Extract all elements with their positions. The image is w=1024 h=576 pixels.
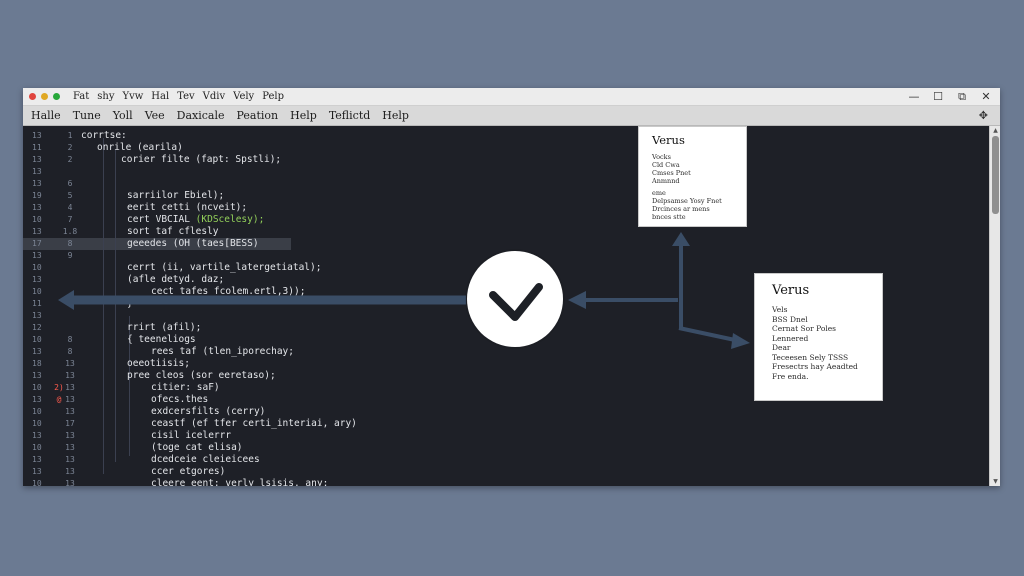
card-line: eme [652,189,666,197]
check-arrow-head [568,291,586,309]
card-line: Drcinces ar mens [652,205,710,213]
checkmark-icon [489,283,543,321]
right-arrow-shaft [678,326,736,342]
card-line: Vocks [652,153,671,161]
card-title: Verus [652,133,685,147]
up-arrow-head [672,232,690,246]
card-title: Verus [772,283,810,298]
card-line: Dear [772,343,791,352]
card-line: bnces stte [652,213,686,221]
annotation-arrows [58,232,750,349]
card-line: Cernat Sor Poles [772,324,837,333]
right-arrow-head [731,333,750,349]
card-line: Anmnnd [652,177,680,185]
verus-card-top: Verus Vocks Cld Cwa Cmses Pnet Anmnnd eme Del… [638,126,747,227]
card-line: Cld Cwa [652,161,680,169]
card-line: Fresectrs hay Aeadted [772,362,858,371]
card-line: Teceesen Sely TSSS [772,352,849,362]
card-line: Fre enda. [772,371,809,381]
verus-card-bottom: Verus Vels BSS Dnel Cernat Sor Poles Lenner… [754,273,883,401]
card-body: Vels BSS Dnel Cernat Sor Poles Lennered Dear… [772,305,882,381]
card-line: Delpsamse Yosy Fnet [652,197,722,205]
card-line: Vels [772,305,788,314]
card-line: Cmses Pnet [652,169,691,177]
left-arrow-head [58,290,74,310]
card-line: Lennered [772,333,809,343]
card-body: Vocks Cld Cwa Cmses Pnet Anmnnd eme Delpsamse… [652,153,746,221]
card-line: BSS Dnel [772,314,808,324]
checkmark-badge [467,251,563,347]
